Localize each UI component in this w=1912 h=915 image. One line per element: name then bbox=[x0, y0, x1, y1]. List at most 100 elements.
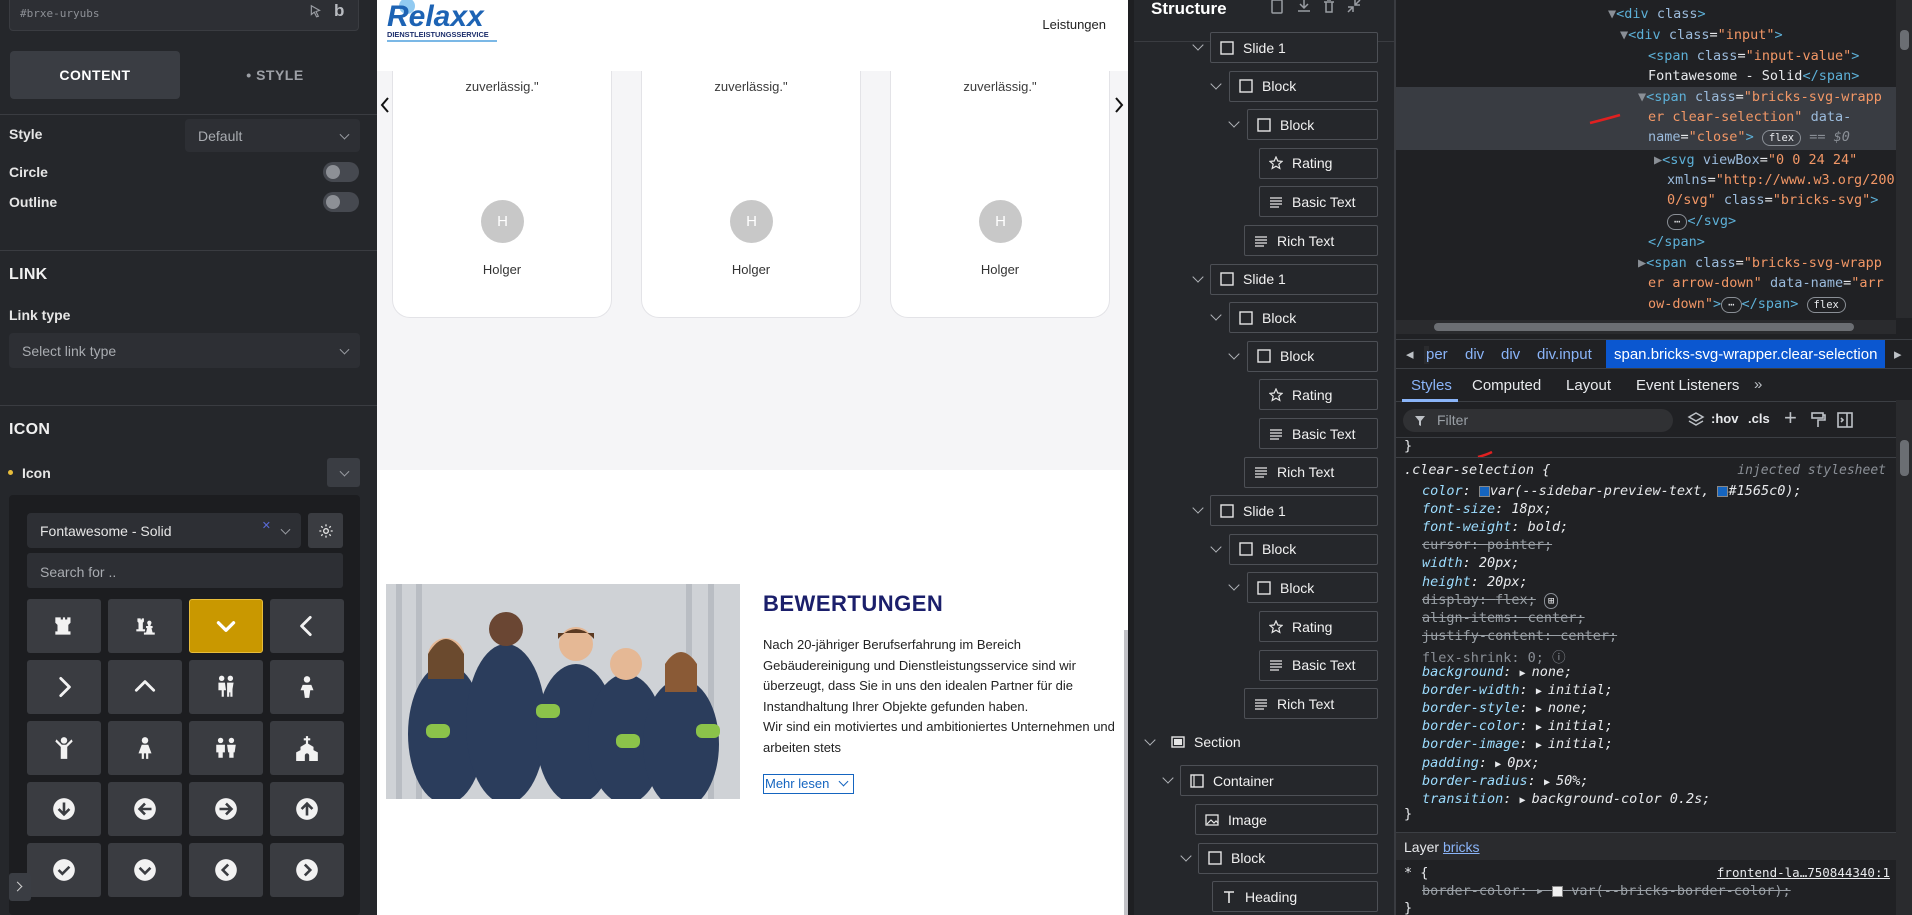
declaration[interactable]: justify-content: center; bbox=[1422, 628, 1617, 644]
structure-node[interactable]: Block bbox=[1229, 302, 1378, 334]
icon-option[interactable] bbox=[270, 599, 344, 653]
tab-layout[interactable]: Layout bbox=[1566, 377, 1611, 394]
color-swatch[interactable] bbox=[1552, 885, 1564, 897]
style-select[interactable]: Default bbox=[185, 119, 360, 152]
icon-option[interactable] bbox=[270, 721, 344, 775]
declaration[interactable]: transition: ▶ background-color 0.2s; bbox=[1422, 791, 1710, 807]
breadcrumb-item[interactable]: div.input bbox=[1537, 346, 1592, 363]
structure-node[interactable]: Block bbox=[1198, 842, 1378, 874]
styles-scrollbar[interactable] bbox=[1896, 400, 1912, 915]
horizontal-scrollbar[interactable] bbox=[1396, 320, 1896, 334]
icon-option[interactable] bbox=[108, 599, 182, 653]
declaration[interactable]: border-radius: ▶ 50%; bbox=[1422, 773, 1589, 789]
icon-option[interactable] bbox=[108, 721, 182, 775]
expand-toggle-icon[interactable] bbox=[1210, 77, 1222, 90]
structure-node[interactable]: Basic Text bbox=[1259, 418, 1378, 449]
dom-line[interactable]: <span class="input-value"> bbox=[1648, 48, 1859, 64]
breadcrumb-item[interactable]: div bbox=[1501, 346, 1520, 363]
expand-toggle-icon[interactable] bbox=[1210, 309, 1222, 321]
selected-dom-node[interactable]: ▼<span class="bricks-svg-wrapp er clear-… bbox=[1396, 87, 1896, 150]
add-rule-icon[interactable]: + bbox=[1784, 405, 1797, 431]
structure-node[interactable]: Rich Text bbox=[1244, 688, 1378, 720]
breadcrumb-item[interactable]: per bbox=[1426, 346, 1448, 363]
icon-option[interactable] bbox=[27, 599, 101, 653]
expand-toggle-icon[interactable] bbox=[1192, 39, 1204, 51]
icon-option[interactable] bbox=[189, 843, 263, 897]
declaration[interactable]: font-size: 18px; bbox=[1422, 501, 1552, 517]
tab-styles[interactable]: Styles bbox=[1411, 377, 1452, 394]
preview-scrollbar[interactable] bbox=[1124, 630, 1128, 915]
icon-option[interactable] bbox=[270, 782, 344, 836]
layers-icon[interactable] bbox=[1687, 411, 1705, 429]
structure-node[interactable]: Container bbox=[1180, 765, 1378, 797]
icon-option[interactable] bbox=[270, 660, 344, 714]
color-swatch[interactable] bbox=[1717, 485, 1729, 497]
declaration[interactable]: border-image: ▶ initial; bbox=[1422, 736, 1613, 752]
declaration[interactable]: width: 20px; bbox=[1422, 555, 1520, 571]
expand-toggle-icon[interactable] bbox=[1144, 734, 1156, 746]
declaration[interactable]: border-style: ▶ none; bbox=[1422, 700, 1589, 716]
dom-line[interactable]: ▼<div class="input"> bbox=[1620, 27, 1783, 43]
declaration[interactable]: height: 20px; bbox=[1422, 574, 1528, 590]
elements-scrollbar[interactable] bbox=[1896, 0, 1912, 318]
ellipsis-icon[interactable]: ⋯ bbox=[1667, 214, 1688, 230]
icon-library-select[interactable]: Fontawesome - Solid ✕ bbox=[27, 513, 301, 548]
dom-line[interactable]: ▼<div class> bbox=[1608, 6, 1706, 22]
declaration[interactable]: flex-shrink: 0; ⓘ bbox=[1422, 646, 1566, 666]
icon-option[interactable] bbox=[189, 721, 263, 775]
icon-option[interactable] bbox=[108, 843, 182, 897]
declaration[interactable]: border-color: ▶ initial; bbox=[1422, 718, 1613, 734]
icon-option[interactable] bbox=[27, 660, 101, 714]
style-tab[interactable]: • STYLE bbox=[190, 51, 360, 99]
dom-line[interactable]: ▶<span class="bricks-svg-wrapp bbox=[1638, 255, 1882, 271]
structure-node[interactable]: Block bbox=[1247, 340, 1378, 372]
element-id-field[interactable]: #brxe-uryubs b bbox=[9, 0, 359, 31]
rule-selector[interactable]: .clear-selection { bbox=[1404, 462, 1550, 478]
icon-settings-button[interactable] bbox=[308, 513, 343, 548]
breadcrumb-item[interactable]: div bbox=[1465, 346, 1484, 363]
icon-option[interactable] bbox=[27, 843, 101, 897]
expand-toggle-icon[interactable] bbox=[1192, 502, 1204, 514]
structure-node[interactable]: Block bbox=[1247, 572, 1378, 604]
slider-prev-arrow-icon[interactable] bbox=[379, 96, 391, 114]
dom-line[interactable]: ⋯ </svg> bbox=[1667, 213, 1736, 230]
declaration[interactable]: background: ▶ none; bbox=[1422, 664, 1572, 680]
layer-link[interactable]: bricks bbox=[1443, 839, 1480, 855]
dom-line[interactable]: xmlns="http://www.w3.org/200 bbox=[1667, 172, 1895, 188]
structure-node[interactable]: Slide 1 bbox=[1210, 263, 1378, 295]
ellipsis-icon[interactable]: ⋯ bbox=[1721, 297, 1742, 313]
breadcrumb-item-selected[interactable]: span.bricks-svg-wrapper.clear-selection bbox=[1606, 340, 1886, 368]
declaration[interactable]: align-items: center; bbox=[1422, 610, 1585, 626]
declaration[interactable]: border-width: ▶ initial; bbox=[1422, 682, 1613, 698]
expand-toggle-icon[interactable] bbox=[1192, 270, 1204, 283]
nav-link-leistungen[interactable]: Leistungen bbox=[1042, 17, 1106, 32]
dom-line[interactable]: 0/svg" class="bricks-svg"> bbox=[1667, 192, 1878, 208]
expand-toggle-icon[interactable] bbox=[1228, 579, 1240, 592]
cls-toggle[interactable]: .cls bbox=[1748, 411, 1770, 426]
structure-node[interactable]: Basic Text bbox=[1259, 649, 1378, 681]
structure-node[interactable]: Heading bbox=[1212, 881, 1378, 913]
structure-node[interactable]: Block bbox=[1229, 533, 1378, 565]
icon-search-input[interactable]: Search for .. bbox=[27, 553, 343, 588]
icon-option[interactable] bbox=[27, 721, 101, 775]
icon-option[interactable] bbox=[27, 782, 101, 836]
dom-line[interactable]: Fontawesome - Solid</span> bbox=[1648, 68, 1859, 84]
icon-option[interactable] bbox=[108, 782, 182, 836]
icon-option[interactable] bbox=[270, 843, 344, 897]
slider-next-arrow-icon[interactable] bbox=[1113, 96, 1125, 114]
filter-input[interactable]: Filter bbox=[1403, 409, 1673, 432]
sidebar-toggle-icon[interactable] bbox=[1836, 411, 1854, 429]
structure-node[interactable]: Slide 1 bbox=[1210, 495, 1378, 527]
cursor-arrow-icon[interactable] bbox=[309, 4, 323, 18]
expand-toggle-icon[interactable] bbox=[1162, 772, 1174, 785]
expand-toggle-icon[interactable] bbox=[1228, 116, 1240, 128]
flex-editor-icon[interactable]: ⊞ bbox=[1543, 592, 1559, 609]
icon-option[interactable] bbox=[189, 599, 263, 653]
structure-node[interactable]: Block bbox=[1247, 109, 1378, 141]
outline-toggle[interactable] bbox=[323, 192, 359, 212]
chevron-left-icon[interactable]: ◂ bbox=[1406, 345, 1414, 363]
structure-node[interactable]: Rich Text bbox=[1244, 456, 1378, 488]
expand-toggle-icon[interactable] bbox=[1210, 541, 1222, 553]
declaration[interactable]: font-weight: bold; bbox=[1422, 519, 1568, 535]
declaration[interactable]: display: flex; ⊞ bbox=[1422, 592, 1559, 609]
